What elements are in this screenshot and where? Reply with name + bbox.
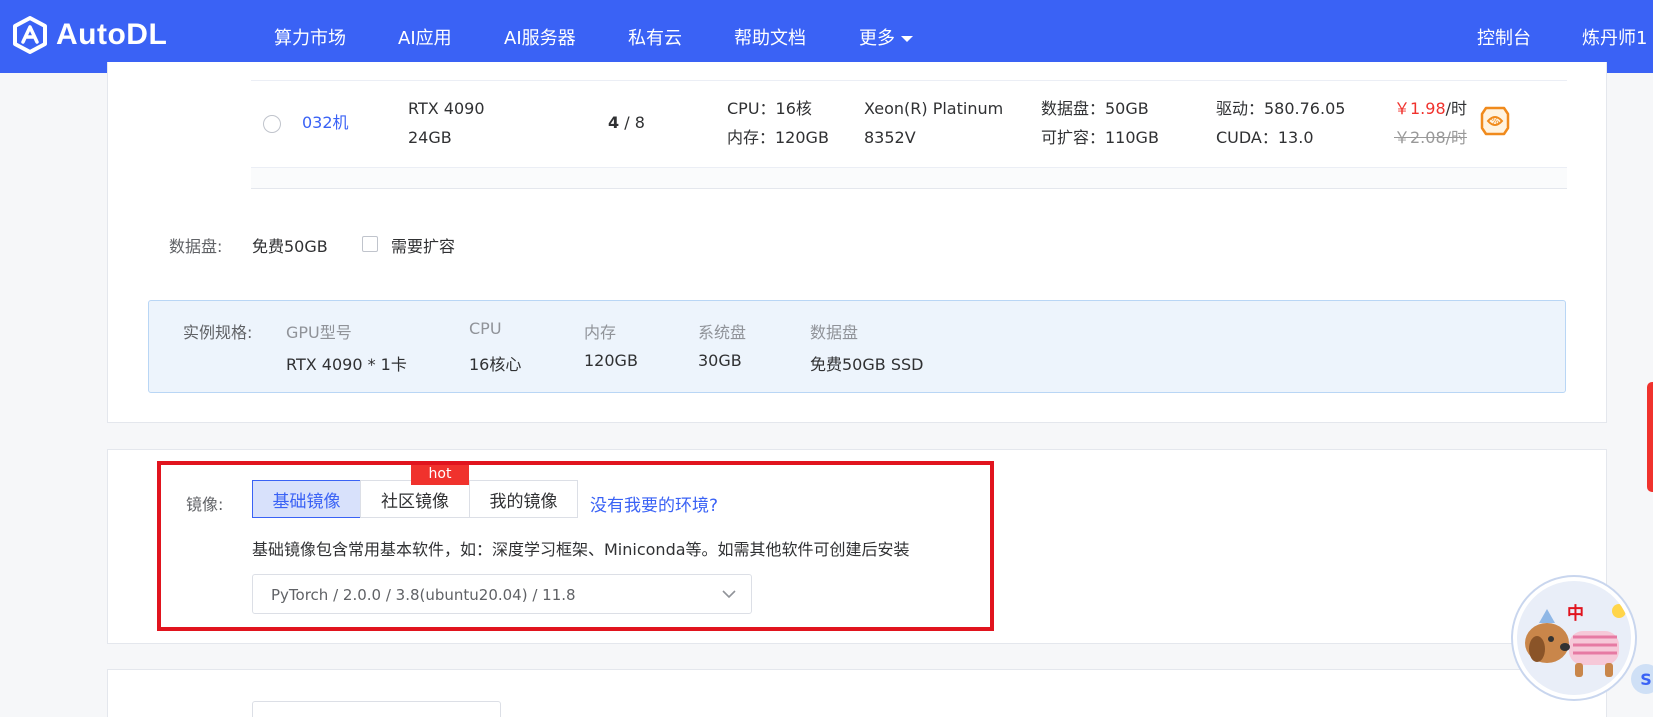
data-disk-label: 数据盘:	[169, 237, 223, 256]
price-value: ￥1.98	[1394, 99, 1446, 118]
caret-down-icon	[901, 36, 913, 42]
gpu-free-count: 4	[608, 113, 620, 132]
next-card-input[interactable]	[252, 701, 501, 717]
nav-compute-market[interactable]: 算力市场	[274, 24, 346, 50]
disk-expandable: 可扩容：110GB	[1041, 128, 1159, 147]
driver-version: 驱动：580.76.05	[1216, 99, 1346, 118]
price: ￥1.98/时	[1394, 94, 1467, 123]
gpu-total-count: / 8	[624, 113, 645, 132]
spec-cpu-value: 16核心	[469, 355, 522, 374]
data-disk-value: 免费50GB	[252, 237, 328, 256]
nav-more[interactable]: 更多	[859, 24, 913, 50]
disk-size: 数据盘：50GB	[1041, 99, 1149, 118]
original-price: ￥2.08/时	[1394, 128, 1468, 147]
nav-ai-apps[interactable]: AI应用	[398, 24, 452, 50]
spec-panel	[148, 300, 1566, 393]
spec-memory-value: 120GB	[584, 351, 638, 370]
row-shade	[251, 168, 1567, 188]
nav-console[interactable]: 控制台	[1477, 24, 1531, 50]
spec-memory-title: 内存	[584, 323, 617, 342]
row-divider	[251, 80, 1567, 81]
memory-size: 内存：120GB	[727, 128, 829, 147]
gpu-model: RTX 4090	[408, 99, 485, 118]
spec-system-disk-title: 系统盘	[698, 323, 747, 342]
side-float-icon[interactable]: S	[1631, 664, 1653, 694]
mascot-badge: 中	[1567, 604, 1584, 624]
machine-name[interactable]: 032机	[302, 108, 349, 137]
cpu-model-line1: Xeon(R) Platinum	[864, 99, 1004, 118]
nav-help-docs[interactable]: 帮助文档	[734, 24, 806, 50]
expand-checkbox[interactable]	[362, 236, 378, 252]
cuda-version: CUDA：13.0	[1216, 128, 1314, 147]
spec-data-disk-value: 免费50GB SSD	[810, 355, 924, 374]
logo-text: AutoDL	[56, 18, 168, 51]
spec-system-disk-value: 30GB	[698, 351, 742, 370]
user-menu[interactable]: 炼丹师1	[1582, 24, 1647, 50]
nav-ai-servers[interactable]: AI服务器	[504, 24, 576, 50]
machine-radio[interactable]	[263, 115, 281, 133]
cpu-cores: CPU：16核	[727, 99, 812, 118]
spec-cpu-title: CPU	[469, 319, 502, 338]
autodl-logo[interactable]: AutoDL	[12, 16, 167, 54]
price-unit: /时	[1445, 99, 1468, 118]
spec-data-disk-title: 数据盘	[810, 323, 859, 342]
gpu-memory: 24GB	[408, 128, 452, 147]
cpu-model-line2: 8352V	[864, 128, 916, 147]
spec-gpu-value: RTX 4090 * 1卡	[286, 355, 407, 374]
mascot-assistant[interactable]: 中	[1513, 577, 1635, 699]
side-tab[interactable]	[1647, 382, 1653, 492]
spec-gpu-title: GPU型号	[286, 323, 352, 342]
svg-text:%: %	[1491, 117, 1500, 127]
nav-private-cloud[interactable]: 私有云	[628, 24, 682, 50]
expand-checkbox-label[interactable]: 需要扩容	[391, 233, 455, 257]
nav-more-label: 更多	[859, 28, 895, 49]
highlight-box	[157, 461, 994, 631]
spec-label: 实例规格:	[183, 323, 253, 342]
autodl-logo-icon	[13, 16, 47, 54]
discount-tag-icon: %	[1480, 106, 1510, 136]
table-bottom-border	[251, 188, 1567, 189]
gpu-availability: 4 / 8	[608, 108, 645, 137]
